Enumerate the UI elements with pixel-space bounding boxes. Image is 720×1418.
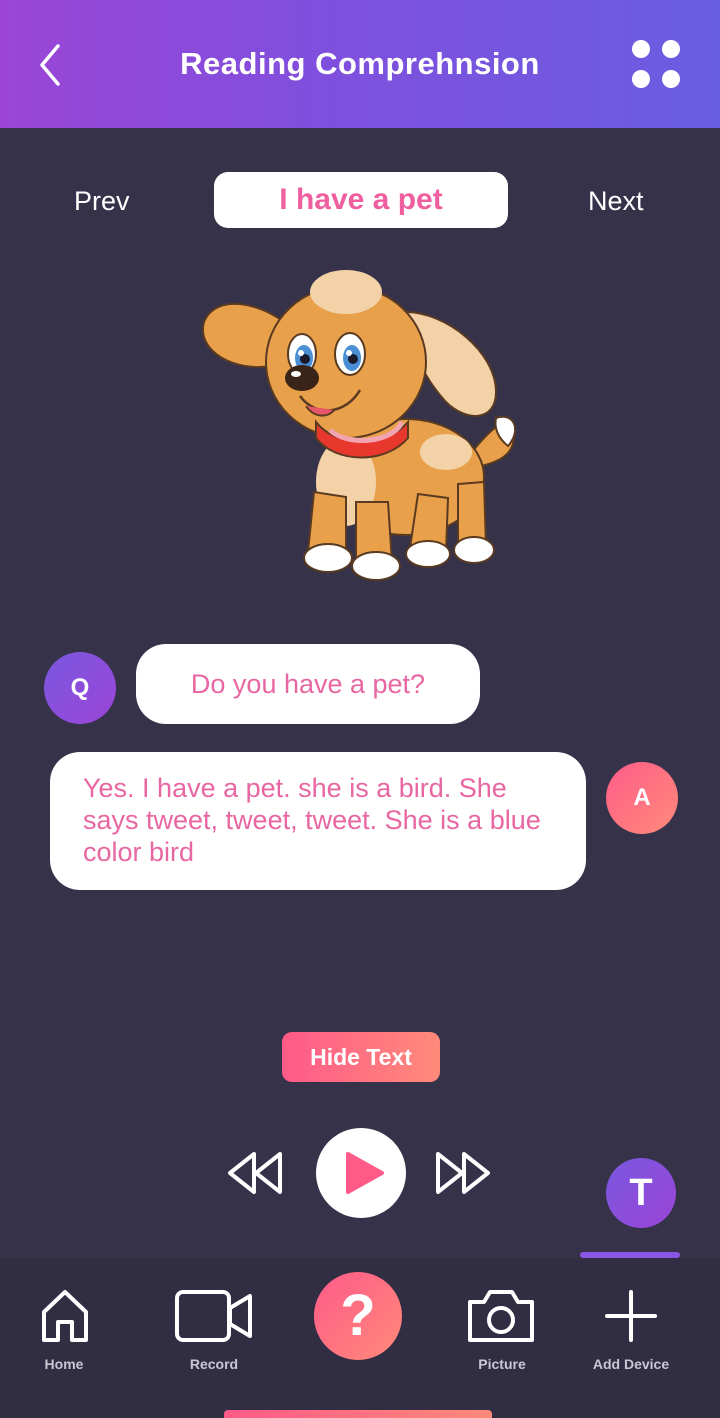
grid-dots-icon (662, 70, 680, 88)
nav-add-device[interactable]: Add Device (578, 1258, 684, 1398)
puppy-icon (201, 270, 517, 581)
nav-picture-label: Picture (478, 1356, 526, 1372)
answer-avatar: A (606, 762, 678, 834)
answer-bubble: Yes. I have a pet. she is a bird. She sa… (50, 752, 586, 890)
fast-forward-button[interactable] (434, 1150, 492, 1196)
nav-record[interactable]: Record (164, 1258, 264, 1398)
teacher-button[interactable]: T (606, 1158, 676, 1228)
grid-dots-icon (632, 40, 650, 58)
question-avatar: Q (44, 652, 116, 724)
menu-button[interactable] (626, 38, 686, 94)
grid-dots-icon (662, 40, 680, 58)
prev-button[interactable]: Prev (74, 186, 130, 217)
help-button[interactable]: ? (314, 1272, 402, 1360)
home-indicator (224, 1410, 492, 1418)
question-bubble: Do you have a pet? (136, 644, 480, 724)
rewind-button[interactable] (226, 1150, 284, 1196)
nav-picture[interactable]: Picture (452, 1258, 552, 1398)
play-icon (346, 1152, 384, 1194)
hide-text-button[interactable]: Hide Text (282, 1032, 440, 1082)
nav-record-label: Record (189, 1356, 239, 1372)
plus-icon (605, 1290, 657, 1342)
rewind-icon (228, 1152, 282, 1194)
app-header: Reading Comprehnsion (0, 0, 720, 128)
page-title: Reading Comprehnsion (180, 46, 540, 81)
nav-home[interactable]: Home (14, 1258, 114, 1398)
play-button[interactable] (316, 1128, 406, 1218)
camera-icon (468, 1290, 534, 1342)
help-icon: ? (340, 1283, 376, 1348)
video-camera-icon (175, 1290, 252, 1342)
next-button[interactable]: Next (588, 186, 644, 217)
fast-forward-icon (436, 1152, 490, 1194)
grid-dots-icon (632, 70, 650, 88)
nav-home-label: Home (44, 1356, 84, 1372)
lesson-title: I have a pet (214, 172, 508, 228)
nav-add-device-label: Add Device (592, 1356, 670, 1372)
home-icon (42, 1290, 88, 1342)
